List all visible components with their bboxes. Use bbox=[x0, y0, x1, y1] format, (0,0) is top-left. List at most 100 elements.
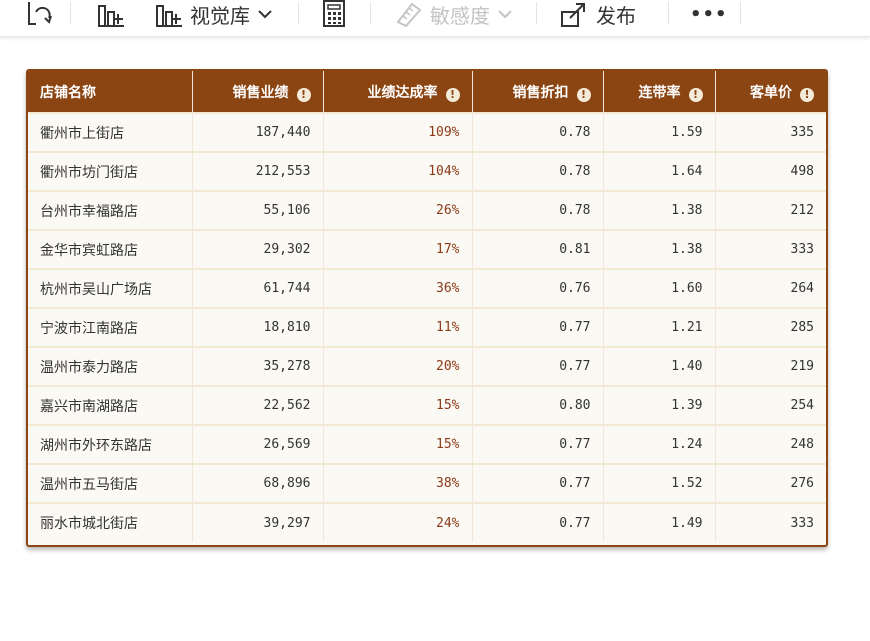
info-icon[interactable]: ! bbox=[576, 87, 591, 102]
table-row[interactable]: 温州市泰力路店 35,278 20% 0.77 1.40 219 bbox=[28, 346, 826, 386]
bar-chart-add-icon bbox=[98, 5, 124, 27]
info-icon[interactable]: ! bbox=[445, 87, 460, 102]
cell-attach-rate: 1.59 bbox=[603, 112, 716, 152]
cell-store-name: 衢州市坊门街店 bbox=[28, 151, 193, 191]
toolbar-divider bbox=[298, 2, 299, 24]
cell-sales: 18,810 bbox=[192, 307, 324, 347]
calculator-icon bbox=[323, 0, 345, 27]
cell-store-name: 杭州市吴山广场店 bbox=[28, 268, 193, 308]
header-store-name[interactable]: 店铺名称 bbox=[28, 71, 193, 113]
cell-discount: 0.77 bbox=[472, 346, 604, 386]
cell-avg-order-value: 285 bbox=[715, 307, 826, 347]
cell-attach-rate: 1.24 bbox=[603, 424, 716, 464]
table-row[interactable]: 丽水市城北街店 39,297 24% 0.77 1.49 333 bbox=[28, 502, 826, 542]
cell-achievement-rate: 38% bbox=[323, 463, 473, 503]
table-row[interactable]: 杭州市吴山广场店 61,744 36% 0.76 1.60 264 bbox=[28, 268, 826, 308]
table-row[interactable]: 湖州市外环东路店 26,569 15% 0.77 1.24 248 bbox=[28, 424, 826, 464]
cell-discount: 0.81 bbox=[472, 229, 604, 269]
cell-attach-rate: 1.40 bbox=[603, 346, 716, 386]
add-chart-button[interactable] bbox=[96, 0, 126, 28]
chevron-down-icon bbox=[258, 10, 272, 19]
toolbar-divider bbox=[536, 2, 537, 24]
toolbar-divider bbox=[668, 2, 669, 24]
store-sales-table: 店铺名称 销售业绩! 业绩达成率! 销售折扣! 连带率! 客单价! 衢州市上街店… bbox=[26, 69, 828, 547]
sensitivity-label: 敏感度 bbox=[430, 3, 490, 28]
table-row[interactable]: 衢州市坊门街店 212,553 104% 0.78 1.64 498 bbox=[28, 151, 826, 191]
header-sales[interactable]: 销售业绩! bbox=[192, 71, 324, 113]
cell-discount: 0.77 bbox=[472, 424, 604, 464]
cell-achievement-rate: 11% bbox=[323, 307, 473, 347]
cell-avg-order-value: 248 bbox=[715, 424, 826, 464]
chevron-down-icon bbox=[498, 10, 512, 19]
cell-discount: 0.78 bbox=[472, 190, 604, 230]
calculator-button[interactable] bbox=[322, 0, 346, 28]
cell-sales: 55,106 bbox=[192, 190, 324, 230]
cell-avg-order-value: 254 bbox=[715, 385, 826, 425]
cell-sales: 22,562 bbox=[192, 385, 324, 425]
sensitivity-button[interactable]: 敏感度 bbox=[394, 0, 514, 28]
info-icon[interactable]: ! bbox=[688, 87, 703, 102]
sensitivity-icon bbox=[396, 2, 422, 28]
cell-attach-rate: 1.21 bbox=[603, 307, 716, 347]
cell-store-name: 湖州市外环东路店 bbox=[28, 424, 193, 464]
refresh-icon bbox=[28, 2, 52, 25]
cell-achievement-rate: 104% bbox=[323, 151, 473, 191]
cell-avg-order-value: 333 bbox=[715, 502, 826, 542]
cell-attach-rate: 1.39 bbox=[603, 385, 716, 425]
cell-discount: 0.78 bbox=[472, 151, 604, 191]
table-row[interactable]: 温州市五马街店 68,896 38% 0.77 1.52 276 bbox=[28, 463, 826, 503]
data-table: 店铺名称 销售业绩! 业绩达成率! 销售折扣! 连带率! 客单价! 衢州市上街店… bbox=[28, 71, 826, 542]
table-row[interactable]: 衢州市上街店 187,440 109% 0.78 1.59 335 bbox=[28, 112, 826, 152]
publish-icon bbox=[561, 3, 585, 27]
cell-attach-rate: 1.49 bbox=[603, 502, 716, 542]
cell-achievement-rate: 15% bbox=[323, 385, 473, 425]
cell-store-name: 台州市幸福路店 bbox=[28, 190, 193, 230]
table-row[interactable]: 金华市宾虹路店 29,302 17% 0.81 1.38 333 bbox=[28, 229, 826, 269]
cell-attach-rate: 1.38 bbox=[603, 190, 716, 230]
cell-avg-order-value: 335 bbox=[715, 112, 826, 152]
more-options-button[interactable]: ••• bbox=[690, 0, 728, 28]
cell-achievement-rate: 20% bbox=[323, 346, 473, 386]
cell-attach-rate: 1.52 bbox=[603, 463, 716, 503]
info-icon[interactable]: ! bbox=[800, 87, 814, 102]
cell-store-name: 温州市泰力路店 bbox=[28, 346, 193, 386]
header-attach-rate[interactable]: 连带率! bbox=[603, 71, 716, 113]
publish-label: 发布 bbox=[596, 3, 636, 28]
cell-avg-order-value: 498 bbox=[715, 151, 826, 191]
cell-avg-order-value: 333 bbox=[715, 229, 826, 269]
table-row[interactable]: 台州市幸福路店 55,106 26% 0.78 1.38 212 bbox=[28, 190, 826, 230]
cell-sales: 29,302 bbox=[192, 229, 324, 269]
header-avg-order-value[interactable]: 客单价! bbox=[715, 71, 826, 113]
cell-achievement-rate: 36% bbox=[323, 268, 473, 308]
cell-sales: 39,297 bbox=[192, 502, 324, 542]
cell-sales: 61,744 bbox=[192, 268, 324, 308]
cell-discount: 0.77 bbox=[472, 307, 604, 347]
cell-store-name: 嘉兴市南湖路店 bbox=[28, 385, 193, 425]
visual-library-button[interactable]: 视觉库 bbox=[154, 0, 274, 28]
cell-avg-order-value: 276 bbox=[715, 463, 826, 503]
cell-avg-order-value: 264 bbox=[715, 268, 826, 308]
cell-sales: 212,553 bbox=[192, 151, 324, 191]
cell-sales: 187,440 bbox=[192, 112, 324, 152]
cell-sales: 26,569 bbox=[192, 424, 324, 464]
cell-sales: 35,278 bbox=[192, 346, 324, 386]
cell-discount: 0.78 bbox=[472, 112, 604, 152]
table-row[interactable]: 嘉兴市南湖路店 22,562 15% 0.80 1.39 254 bbox=[28, 385, 826, 425]
cell-avg-order-value: 219 bbox=[715, 346, 826, 386]
table-row[interactable]: 宁波市江南路店 18,810 11% 0.77 1.21 285 bbox=[28, 307, 826, 347]
cell-avg-order-value: 212 bbox=[715, 190, 826, 230]
cell-store-name: 宁波市江南路店 bbox=[28, 307, 193, 347]
cell-discount: 0.77 bbox=[472, 502, 604, 542]
header-achievement-rate[interactable]: 业绩达成率! bbox=[323, 71, 473, 113]
cell-attach-rate: 1.60 bbox=[603, 268, 716, 308]
info-icon[interactable]: ! bbox=[296, 87, 311, 102]
header-discount[interactable]: 销售折扣! bbox=[472, 71, 604, 113]
more-icon: ••• bbox=[690, 3, 728, 25]
cell-store-name: 丽水市城北街店 bbox=[28, 502, 193, 542]
refresh-button[interactable] bbox=[24, 0, 54, 28]
visual-library-label: 视觉库 bbox=[190, 3, 250, 28]
table-body: 衢州市上街店 187,440 109% 0.78 1.59 335 衢州市坊门街店 212,… bbox=[28, 112, 826, 542]
publish-button[interactable]: 发布 bbox=[560, 0, 636, 28]
cell-achievement-rate: 26% bbox=[323, 190, 473, 230]
cell-store-name: 温州市五马街店 bbox=[28, 463, 193, 503]
